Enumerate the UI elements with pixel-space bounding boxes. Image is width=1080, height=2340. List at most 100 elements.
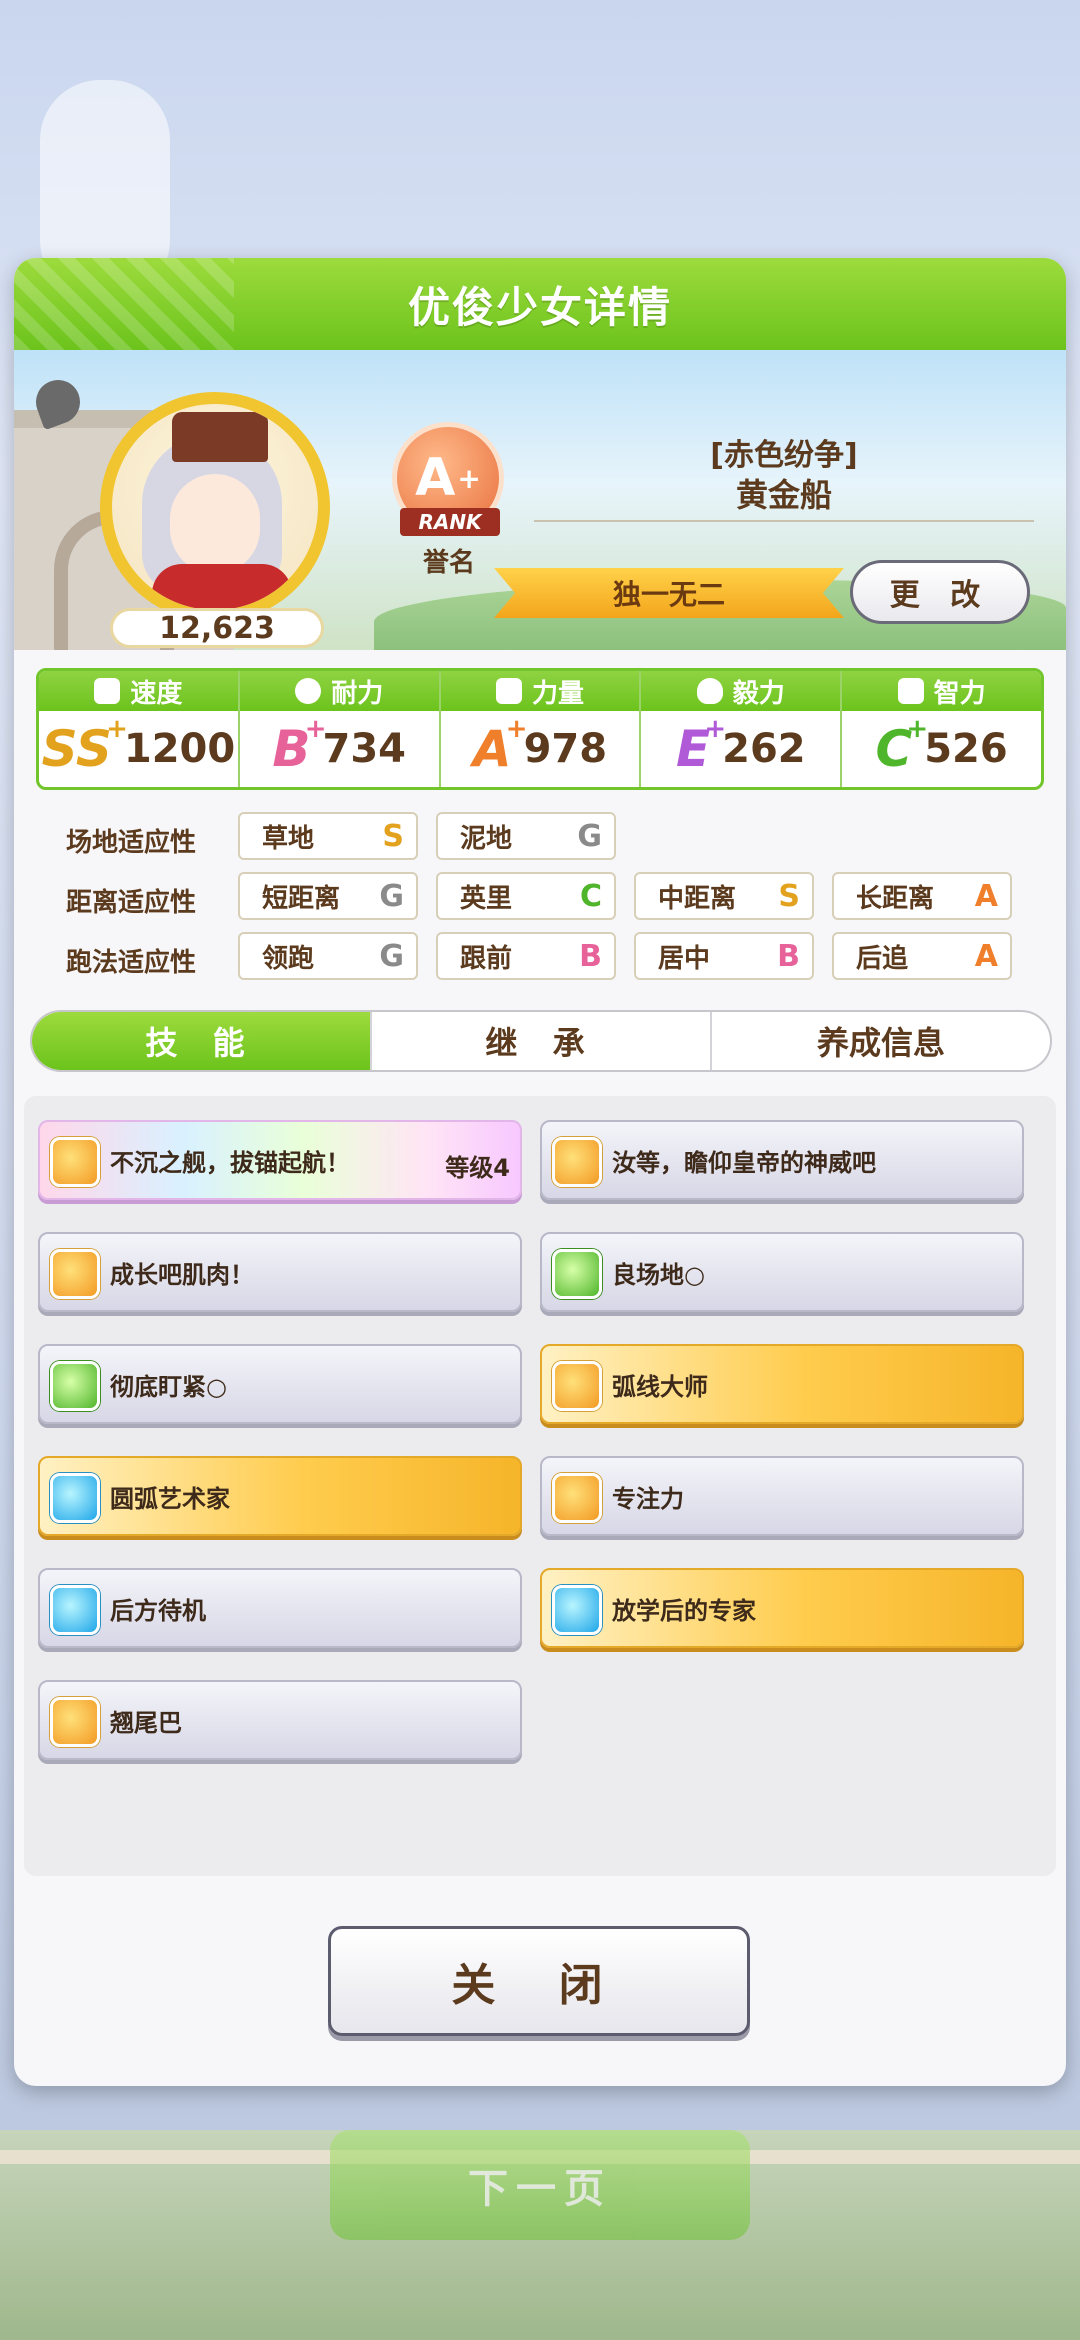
stat-stamina: 耐力 B +734: [239, 671, 441, 787]
stat-value: 262: [722, 726, 806, 772]
stat-value: 526: [924, 726, 1008, 772]
skill-name: 成长吧肌肉！: [110, 1260, 254, 1289]
muscle-icon: [495, 678, 522, 704]
aptitude-label: 场地适应性: [66, 828, 197, 858]
stat-grade: A +: [472, 714, 528, 778]
skill-name: 弧线大师: [612, 1372, 708, 1401]
character-portrait: [100, 392, 330, 622]
stat-label: 速度: [130, 678, 183, 709]
stat-speed: 速度 SS +1200: [39, 671, 240, 787]
stat-value: 734: [322, 726, 407, 772]
aptitude-grade: B: [579, 938, 602, 974]
aptitude-item: 中距离 S: [634, 872, 814, 920]
dialog-title: 优俊少女详情: [407, 282, 672, 332]
track-aptitude-row: 场地适应性 草地 S 泥地 G: [14, 812, 1066, 862]
aptitude-grade: S: [778, 878, 800, 914]
close-button[interactable]: 关 闭: [328, 1926, 750, 2036]
flame-icon: [50, 1361, 100, 1411]
aptitude-grade: S: [382, 818, 404, 854]
aptitude-label: 距离适应性: [66, 888, 197, 918]
skill-item[interactable]: 翘尾巴: [38, 1680, 522, 1760]
skill-item[interactable]: 圆弧艺术家: [38, 1456, 522, 1536]
graduation-cap-icon: [897, 678, 924, 704]
profile-banner: 12,623 A + RANK 誉名 [赤色纷争] 黄金船 独一无二 更 改: [14, 350, 1066, 650]
rank-plus: +: [457, 461, 481, 495]
heart-icon: [295, 678, 322, 704]
tab-inheritance[interactable]: 继 承: [372, 1012, 712, 1070]
stat-wisdom: 智力 C +526: [842, 671, 1041, 787]
skill-item[interactable]: 不沉之舰，拔锚起航！ 等级4: [38, 1120, 522, 1200]
aptitude-item: 草地 S: [238, 812, 418, 860]
sparkle-icon: [50, 1473, 100, 1523]
skill-item[interactable]: 专注力: [540, 1456, 1024, 1536]
shoe-icon: [94, 678, 121, 704]
aptitude-grade: B: [777, 938, 800, 974]
skill-item[interactable]: 后方待机: [38, 1568, 522, 1648]
skill-name: 后方待机: [110, 1596, 206, 1625]
aptitude-grade: G: [379, 938, 404, 974]
change-title-button[interactable]: 更 改: [850, 560, 1030, 624]
aptitude-item: 短距离 G: [238, 872, 418, 920]
aptitude-grade: A: [974, 878, 998, 914]
skill-name: 圆弧艺术家: [110, 1484, 230, 1513]
portrait-face: [170, 474, 260, 574]
horse-rider-icon: [552, 1361, 602, 1411]
skill-name: 放学后的专家: [612, 1596, 756, 1625]
aptitude-item: 长距离 A: [832, 872, 1012, 920]
evaluation-score: 12,623: [110, 608, 324, 648]
stat-grade: SS +: [41, 714, 128, 778]
stat-power: 力量 A +978: [440, 671, 642, 787]
skill-item[interactable]: 彻底盯紧○: [38, 1344, 522, 1424]
skill-item[interactable]: 汝等，瞻仰皇帝的神威吧: [540, 1120, 1024, 1200]
stat-value: 978: [523, 726, 608, 772]
aptitude-item: 跟前 B: [436, 932, 616, 980]
detail-tabs: 技 能 继 承 养成信息: [30, 1010, 1052, 1072]
sparkle-icon: [552, 1585, 602, 1635]
rank-label: 誉名: [422, 548, 475, 578]
horse-rider-icon: [552, 1137, 602, 1187]
dialog-header: 优俊少女详情: [14, 258, 1066, 350]
skill-name: 专注力: [612, 1484, 684, 1513]
rank-grade: A: [415, 448, 456, 508]
title-banner: 独一无二: [494, 568, 844, 618]
stat-grade: C +: [875, 714, 929, 778]
skill-name: 翘尾巴: [110, 1708, 182, 1737]
skill-item[interactable]: 弧线大师: [540, 1344, 1024, 1424]
aptitude-item: 居中 B: [634, 932, 814, 980]
name-divider: [534, 520, 1034, 522]
stat-label: 耐力: [331, 678, 384, 709]
gate-icon: [552, 1473, 602, 1523]
character-name: 黄金船: [735, 476, 832, 514]
muscle-icon: [552, 1249, 602, 1299]
stat-value: 1200: [123, 726, 236, 772]
stat-grade: E +: [675, 714, 727, 778]
skill-item[interactable]: 成长吧肌肉！: [38, 1232, 522, 1312]
skill-name: 汝等，瞻仰皇帝的神威吧: [612, 1148, 876, 1177]
character-epithet: [赤色纷争]: [710, 438, 858, 473]
aptitude-item: 泥地 G: [436, 812, 616, 860]
aptitude-label: 跑法适应性: [66, 948, 197, 978]
tab-training-info[interactable]: 养成信息: [712, 1012, 1050, 1070]
sparkle-icon: [50, 1585, 100, 1635]
stat-label: 力量: [531, 678, 584, 709]
distance-aptitude-row: 距离适应性 短距离 G 英里 C 中距离 S 长距离 A: [14, 872, 1066, 922]
stat-label: 智力: [933, 678, 986, 709]
aptitude-grade: C: [579, 878, 602, 914]
skills-list: 不沉之舰，拔锚起航！ 等级4 汝等，瞻仰皇帝的神威吧 成长吧肌肉！ 良场地○ 彻…: [24, 1096, 1056, 1876]
aptitude-grade: G: [379, 878, 404, 914]
skill-item[interactable]: 放学后的专家: [540, 1568, 1024, 1648]
skill-level: 等级4: [445, 1154, 510, 1182]
skill-name: 良场地○: [612, 1260, 705, 1289]
skill-name: 彻底盯紧○: [110, 1372, 227, 1401]
horse-rider-icon: [50, 1137, 100, 1187]
aptitude-item: 英里 C: [436, 872, 616, 920]
horse-rider-icon: [50, 1249, 100, 1299]
rank-ribbon: RANK: [400, 508, 500, 536]
stat-guts: 毅力 E +262: [641, 671, 843, 787]
portrait-hat: [172, 412, 268, 462]
character-detail-dialog: 优俊少女详情 12,623 A + RANK 誉名 [赤色纷争] 黄金船 独一无二…: [14, 258, 1066, 2086]
aptitude-item: 领跑 G: [238, 932, 418, 980]
stats-panel: 速度 SS +1200 耐力 B +734 力量 A +978 毅力 E +262 智力…: [36, 668, 1044, 790]
skill-item[interactable]: 良场地○: [540, 1232, 1024, 1312]
tab-skills[interactable]: 技 能: [32, 1012, 372, 1070]
